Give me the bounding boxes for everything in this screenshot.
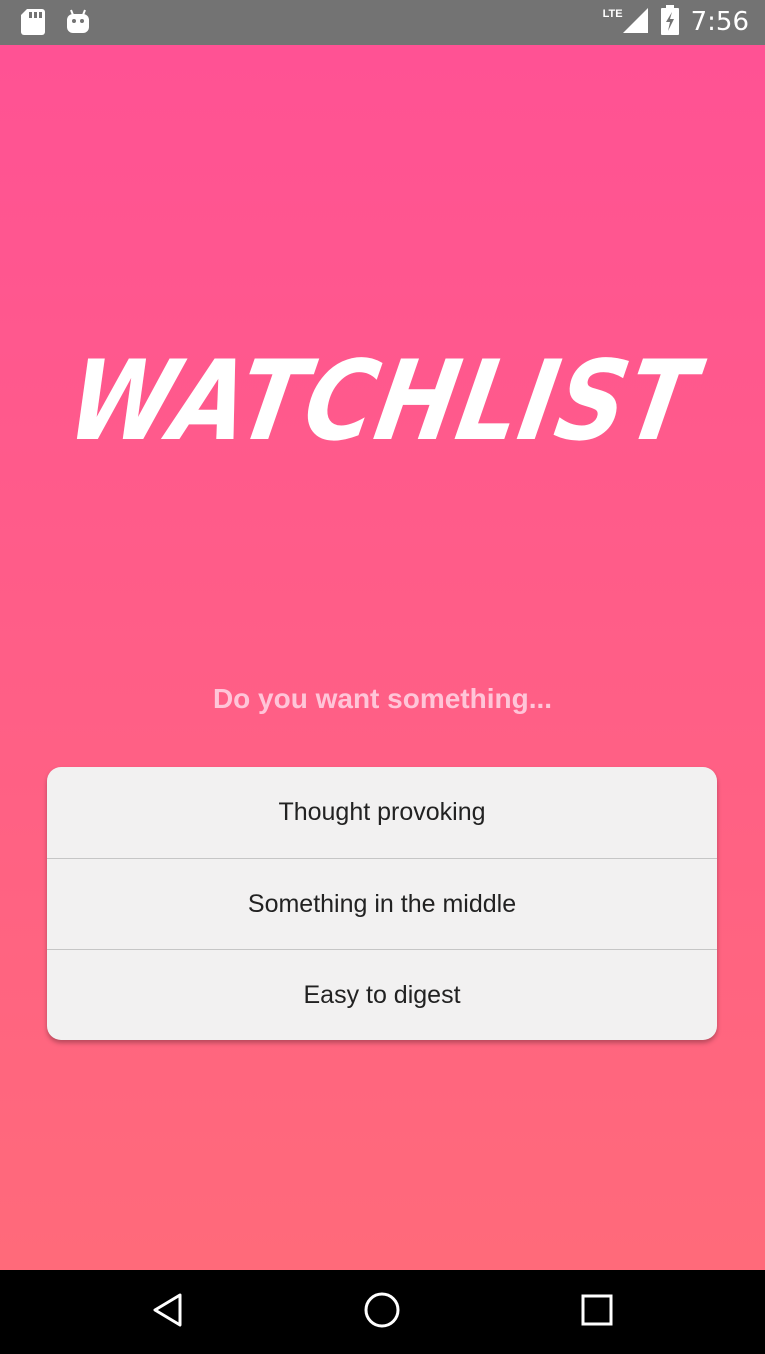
back-button[interactable] bbox=[118, 1270, 218, 1354]
battery-charging-icon bbox=[660, 4, 679, 40]
option-easy-to-digest[interactable]: Easy to digest bbox=[47, 949, 717, 1040]
option-something-in-the-middle[interactable]: Something in the middle bbox=[47, 858, 717, 949]
question-prompt: Do you want something... bbox=[212, 683, 553, 714]
clock: 7:56 bbox=[690, 7, 749, 37]
recents-button[interactable] bbox=[547, 1270, 647, 1354]
back-icon bbox=[150, 1292, 186, 1333]
network-type-label: LTE bbox=[602, 8, 623, 20]
option-label: Something in the middle bbox=[247, 889, 517, 918]
options-card: Thought provoking Something in the middl… bbox=[47, 767, 717, 1040]
main-screen: WATCHLIST Do you want something... Thoug… bbox=[0, 45, 765, 1270]
sd-card-icon bbox=[20, 8, 46, 41]
status-bar: LTE 7:56 bbox=[0, 0, 765, 45]
app-logo-text: WATCHLIST bbox=[58, 336, 707, 466]
option-label: Thought provoking bbox=[278, 798, 486, 826]
option-label: Easy to digest bbox=[303, 980, 461, 1009]
android-icon bbox=[66, 8, 90, 41]
home-button[interactable] bbox=[332, 1270, 432, 1354]
home-icon bbox=[363, 1291, 401, 1334]
status-bar-right: LTE 7:56 bbox=[603, 4, 749, 40]
option-thought-provoking[interactable]: Thought provoking bbox=[47, 767, 717, 858]
status-bar-left bbox=[20, 8, 90, 41]
app-logo: WATCHLIST bbox=[0, 337, 765, 466]
navigation-bar bbox=[0, 1270, 765, 1354]
recents-icon bbox=[580, 1293, 614, 1332]
signal-icon bbox=[621, 6, 649, 39]
